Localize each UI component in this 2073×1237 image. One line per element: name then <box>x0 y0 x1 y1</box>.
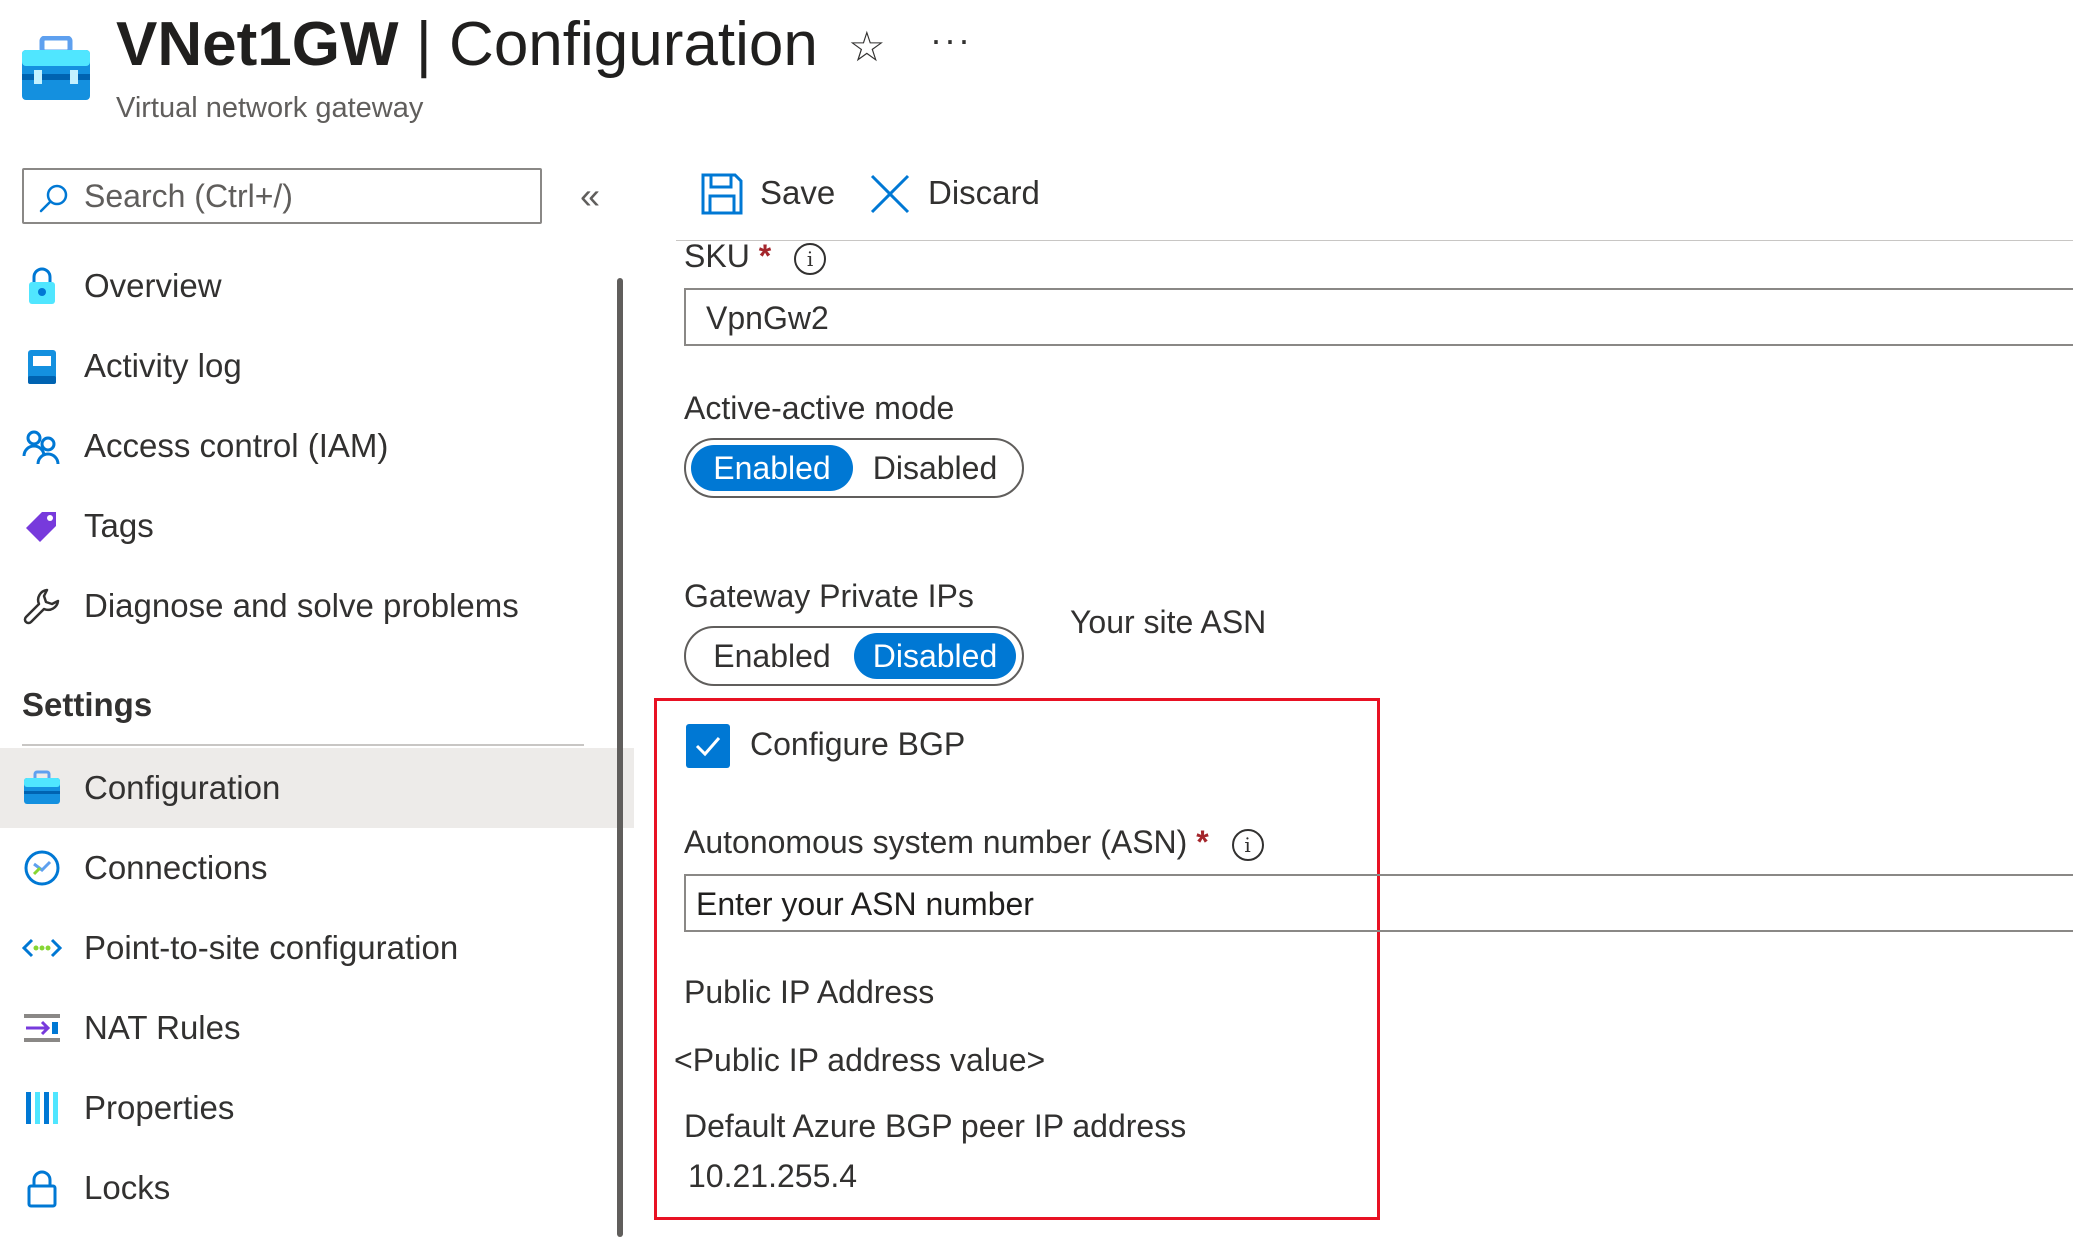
active-active-label: Active-active mode <box>684 390 955 426</box>
search-icon <box>39 184 68 213</box>
info-icon[interactable]: i <box>794 242 827 275</box>
sidebar-item-diagnose[interactable]: Diagnose and solve problems <box>0 566 634 646</box>
virtual-network-gateway-icon <box>20 35 92 102</box>
bgp-peer-label: Default Azure BGP peer IP address <box>684 1108 1187 1144</box>
overview-lock-icon <box>29 267 55 304</box>
lock-icon <box>27 1170 57 1208</box>
gateway-private-ips-label: Gateway Private IPs <box>684 578 974 614</box>
configure-bgp-checkbox[interactable] <box>686 724 730 768</box>
sku-field[interactable]: VpnGw2 <box>684 288 2073 346</box>
title-separator: | <box>398 10 450 79</box>
search-input[interactable] <box>84 176 524 216</box>
toolbox-icon <box>24 770 60 804</box>
discard-label: Discard <box>928 174 1040 211</box>
sidebar-item-label: NAT Rules <box>84 1009 241 1046</box>
wrench-icon <box>23 588 60 625</box>
sidebar-item-locks[interactable]: Locks <box>0 1148 634 1228</box>
sidebar-item-label: Properties <box>84 1089 235 1126</box>
sidebar-item-label: Activity log <box>84 347 242 384</box>
configure-bgp-label[interactable]: Configure BGP <box>750 726 965 763</box>
toolbar-divider <box>676 240 2073 241</box>
sidebar-item-overview[interactable]: Overview <box>0 246 634 326</box>
info-icon[interactable]: i <box>1231 828 1264 861</box>
sidebar-item-label: Configuration <box>84 769 281 806</box>
collapse-sidebar-icon[interactable]: « <box>580 178 600 214</box>
gateway-private-ips-enabled-option[interactable]: Enabled <box>691 633 853 679</box>
page-subtitle: Virtual network gateway <box>116 92 424 124</box>
save-icon <box>701 173 743 215</box>
active-active-enabled-option[interactable]: Enabled <box>691 445 853 491</box>
active-active-toggle[interactable]: Enabled Disabled <box>684 438 1024 498</box>
sidebar-item-label: Locks <box>84 1169 171 1206</box>
sidebar-item-tags[interactable]: Tags <box>0 486 634 566</box>
sku-value: VpnGw2 <box>706 300 829 336</box>
tag-icon <box>26 512 56 542</box>
sidebar-item-access-control[interactable]: Access control (IAM) <box>0 406 634 486</box>
save-label: Save <box>760 174 836 211</box>
asn-label-row: Autonomous system number (ASN) * i <box>684 824 1264 861</box>
sidebar-item-label: Diagnose and solve problems <box>84 587 519 624</box>
sidebar-item-activity-log[interactable]: Activity log <box>0 326 634 406</box>
bgp-peer-value: 10.21.255.4 <box>688 1158 858 1194</box>
sidebar-scrollbar[interactable] <box>617 278 623 1237</box>
site-asn-note: Your site ASN <box>1070 604 1267 640</box>
gateway-private-ips-toggle[interactable]: Enabled Disabled <box>684 626 1024 686</box>
star-icon[interactable]: ☆ <box>848 26 886 68</box>
sidebar-item-label: Connections <box>84 849 268 886</box>
divider <box>22 744 584 746</box>
resource-name: VNet1GW <box>116 10 399 79</box>
sidebar-item-configuration[interactable]: Configuration <box>0 748 634 828</box>
asn-label: Autonomous system number (ASN) <box>684 824 1188 860</box>
sidebar-item-label: Access control (IAM) <box>84 427 389 464</box>
sidebar-item-nat-rules[interactable]: NAT Rules <box>0 988 634 1068</box>
discard-button[interactable]: Discard <box>868 166 1048 226</box>
ellipsis-icon[interactable]: ··· <box>930 22 972 58</box>
nat-rules-icon <box>24 1014 60 1042</box>
asn-input[interactable] <box>696 882 1996 926</box>
checkmark-icon <box>695 737 721 757</box>
sidebar-item-connections[interactable]: Connections <box>0 828 634 908</box>
point-to-site-icon <box>22 938 62 958</box>
close-icon <box>870 174 910 214</box>
properties-icon <box>26 1092 58 1124</box>
required-asterisk: * <box>1196 824 1209 860</box>
sidebar-item-properties[interactable]: Properties <box>0 1068 634 1148</box>
sidebar-item-point-to-site[interactable]: Point-to-site configuration <box>0 908 634 988</box>
sku-label-row: SKU * i <box>684 238 827 275</box>
search-box[interactable] <box>22 168 542 224</box>
active-active-disabled-option[interactable]: Disabled <box>854 445 1016 491</box>
gateway-private-ips-disabled-option[interactable]: Disabled <box>854 633 1016 679</box>
required-asterisk: * <box>758 238 772 274</box>
page-title: VNet1GW | Configuration <box>116 14 818 76</box>
save-button[interactable]: Save <box>700 166 840 226</box>
settings-section-header: Settings <box>22 686 153 723</box>
blade-name: Configuration <box>449 10 818 79</box>
public-ip-label: Public IP Address <box>684 974 935 1010</box>
connections-icon <box>24 850 60 886</box>
people-icon <box>22 430 60 465</box>
public-ip-value: <Public IP address value> <box>674 1042 1046 1078</box>
sidebar-item-label: Point-to-site configuration <box>84 929 459 966</box>
activity-log-icon <box>28 350 56 384</box>
sidebar-item-label: Tags <box>84 507 154 544</box>
sidebar-item-label: Overview <box>84 267 222 304</box>
sku-label: SKU <box>684 238 750 274</box>
asn-field[interactable] <box>684 874 2073 932</box>
